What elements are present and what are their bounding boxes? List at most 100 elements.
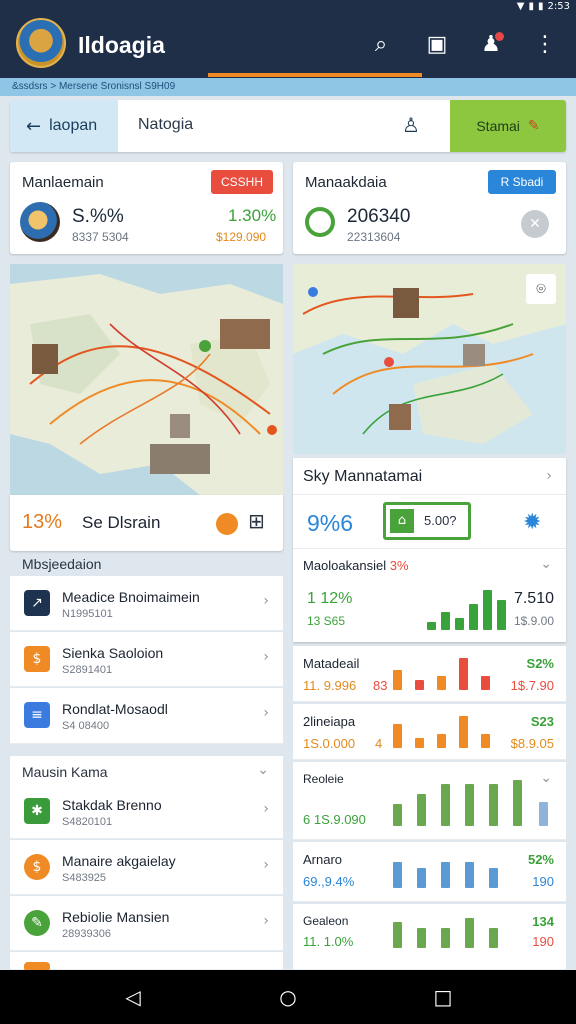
chevron-down-icon[interactable]: ⌄	[540, 556, 552, 572]
battery-icon: ▮	[538, 0, 544, 12]
back-arrow-icon: ←	[26, 115, 42, 137]
chart-right-top: 7.510	[513, 590, 554, 607]
chevron-right-icon: ›	[263, 857, 269, 873]
filter-icon[interactable]: ⊞	[248, 509, 265, 533]
wifi-icon: ▼	[516, 0, 525, 12]
settings-icon[interactable]: ✕	[521, 210, 549, 238]
map-graphic	[10, 264, 283, 495]
stat-value: 206340	[347, 206, 411, 227]
location-pin-icon[interactable]: ⌾	[526, 274, 556, 304]
back-button[interactable]: ← laopan	[10, 100, 118, 152]
bar-row-badge: 134	[532, 914, 554, 929]
list-item[interactable]: ✎ Rebiolie Mansien 28939306 ›	[10, 896, 283, 951]
home-icon[interactable]: ○	[273, 984, 303, 1010]
chevron-right-icon: ›	[263, 801, 269, 817]
document-icon: ≡	[24, 702, 50, 728]
chevron-right-icon: ›	[263, 913, 269, 929]
chevron-right-icon[interactable]: ›	[546, 468, 552, 484]
list-item-title: Meadice Bnoimaimein	[62, 589, 200, 605]
chart-icon: ↗	[24, 590, 50, 616]
list-item-sub: S2891401	[62, 664, 113, 676]
bar-row-left: 6 1S.9.090	[303, 812, 366, 827]
stat-card-right: Manaakdaia R Sbadi 206340 22313604 ✕	[293, 162, 566, 254]
map-view-right[interactable]: ⌾	[293, 264, 566, 454]
chart-left-bottom: 13 S65	[307, 614, 346, 628]
pin-icon: ✎	[527, 118, 540, 134]
panel-header: Sky Mannatamai	[303, 468, 423, 485]
bar-chart	[393, 858, 533, 888]
location-icon[interactable]	[216, 513, 238, 535]
list-item[interactable]: $ Sienka Saoloion S2891401 ›	[10, 632, 283, 687]
signal-icon: ▮	[528, 0, 535, 12]
list-item[interactable]: ↗ Meadice Bnoimaimein N1995101 ›	[10, 576, 283, 631]
back-icon[interactable]: ◁	[118, 984, 148, 1010]
bar-chart	[427, 586, 507, 630]
active-tab-indicator	[208, 73, 422, 77]
bar-chart	[393, 656, 503, 690]
stat-title: Manaakdaia	[305, 174, 387, 191]
back-label: laopan	[49, 117, 98, 134]
headline-box-label: 5.00?	[424, 513, 457, 528]
stat-value: S.%%	[72, 206, 124, 227]
stat-change: 1.30%	[228, 206, 277, 225]
bar-row-right: 190	[532, 934, 554, 949]
bar-row-mid: 4	[375, 736, 383, 751]
divider	[293, 494, 566, 495]
app-title: Ildoagia	[78, 32, 165, 58]
bar-chart	[393, 916, 533, 948]
section-header: Mausin Kama	[22, 764, 108, 780]
dollar-icon: $	[24, 646, 50, 672]
map-view-left[interactable]	[10, 264, 283, 495]
stat-badge[interactable]: R Sbadi	[488, 170, 556, 194]
bar-row-title: Reoleie	[303, 772, 344, 786]
bar-row[interactable]: Matadeail S2% 11. 9.996 83 1$.7.90	[293, 646, 566, 702]
calendar-icon[interactable]: ▣	[422, 30, 452, 60]
bar-row[interactable]: Arnaro 52% 69.,9.4% 190	[293, 842, 566, 902]
navigation-bar: ← laopan Natogia ♙ Stamai ✎	[10, 100, 566, 152]
bar-chart	[393, 714, 503, 748]
bar-row-left: 1S.0.000	[303, 736, 356, 751]
bar-row[interactable]: Gealeon 134 11. 1.0% 190	[293, 904, 566, 970]
stat-sub: 22313604	[347, 230, 401, 244]
list-item[interactable]: ≡ Rondlat-Mosaodl S4 08400 ›	[10, 688, 283, 744]
bar-row-right: 190	[532, 874, 554, 889]
bar-row-title: Matadeail	[303, 656, 360, 671]
bar-row-right: $8.9.05	[510, 736, 554, 751]
chevron-right-icon: ›	[263, 593, 269, 609]
map-summary: 13% Se Dlsrain ⊞	[10, 495, 283, 551]
more-icon[interactable]: ⋮	[530, 30, 560, 60]
status-bar: ▼ ▮ ▮ 2:53	[517, 0, 570, 12]
bar-row[interactable]: 2lineiapa S23 1S.0.000 4 $8.9.05	[293, 704, 566, 760]
chart-left-top: 1 12%	[307, 590, 353, 607]
list-item-sub: S4820101	[62, 816, 113, 828]
list-item-title: Manaire akgaielay	[62, 853, 176, 869]
settings-icon[interactable]: ✹	[523, 510, 541, 535]
bar-row-badge: S23	[530, 714, 554, 729]
user-icon[interactable]: ♙	[402, 113, 420, 137]
home-icon: ⌂	[390, 509, 414, 533]
headline-box[interactable]: ⌂ 5.00?	[383, 502, 471, 540]
chevron-right-icon: ›	[263, 705, 269, 721]
bar-row[interactable]: Reoleie ⌄ 6 1S.9.090	[293, 762, 566, 840]
list-item[interactable]: $ Manaire akgaielay S483925 ›	[10, 840, 283, 895]
recents-icon[interactable]: □	[428, 984, 458, 1010]
action-button[interactable]: Stamai ✎	[450, 100, 566, 152]
bar-row-title: 2lineiapa	[303, 714, 356, 729]
list-item[interactable]	[10, 952, 283, 972]
search-icon[interactable]: ⌕	[366, 30, 396, 60]
list-item-sub: S4 08400	[62, 720, 110, 732]
headline-value: 9%6	[307, 510, 354, 536]
notification-icon[interactable]: ♟	[476, 30, 506, 60]
dollar-icon: $	[24, 854, 50, 880]
app-logo	[16, 18, 66, 68]
map-summary-label: Se Dlsrain	[82, 513, 161, 532]
bar-row-badge: S2%	[526, 656, 554, 671]
stat-badge[interactable]: CSSHH	[211, 170, 273, 194]
section-header: Mbsjeedaion	[22, 556, 102, 572]
list-item-title: Stakdak Brenno	[62, 797, 162, 813]
chart-icon: ✱	[24, 798, 50, 824]
system-nav-bar: ◁ ○ □	[0, 970, 576, 1024]
section-header-row[interactable]: Mausin Kama ⌄	[10, 756, 283, 784]
list-item[interactable]: ✱ Stakdak Brenno S4820101 ›	[10, 784, 283, 839]
divider	[293, 548, 566, 549]
